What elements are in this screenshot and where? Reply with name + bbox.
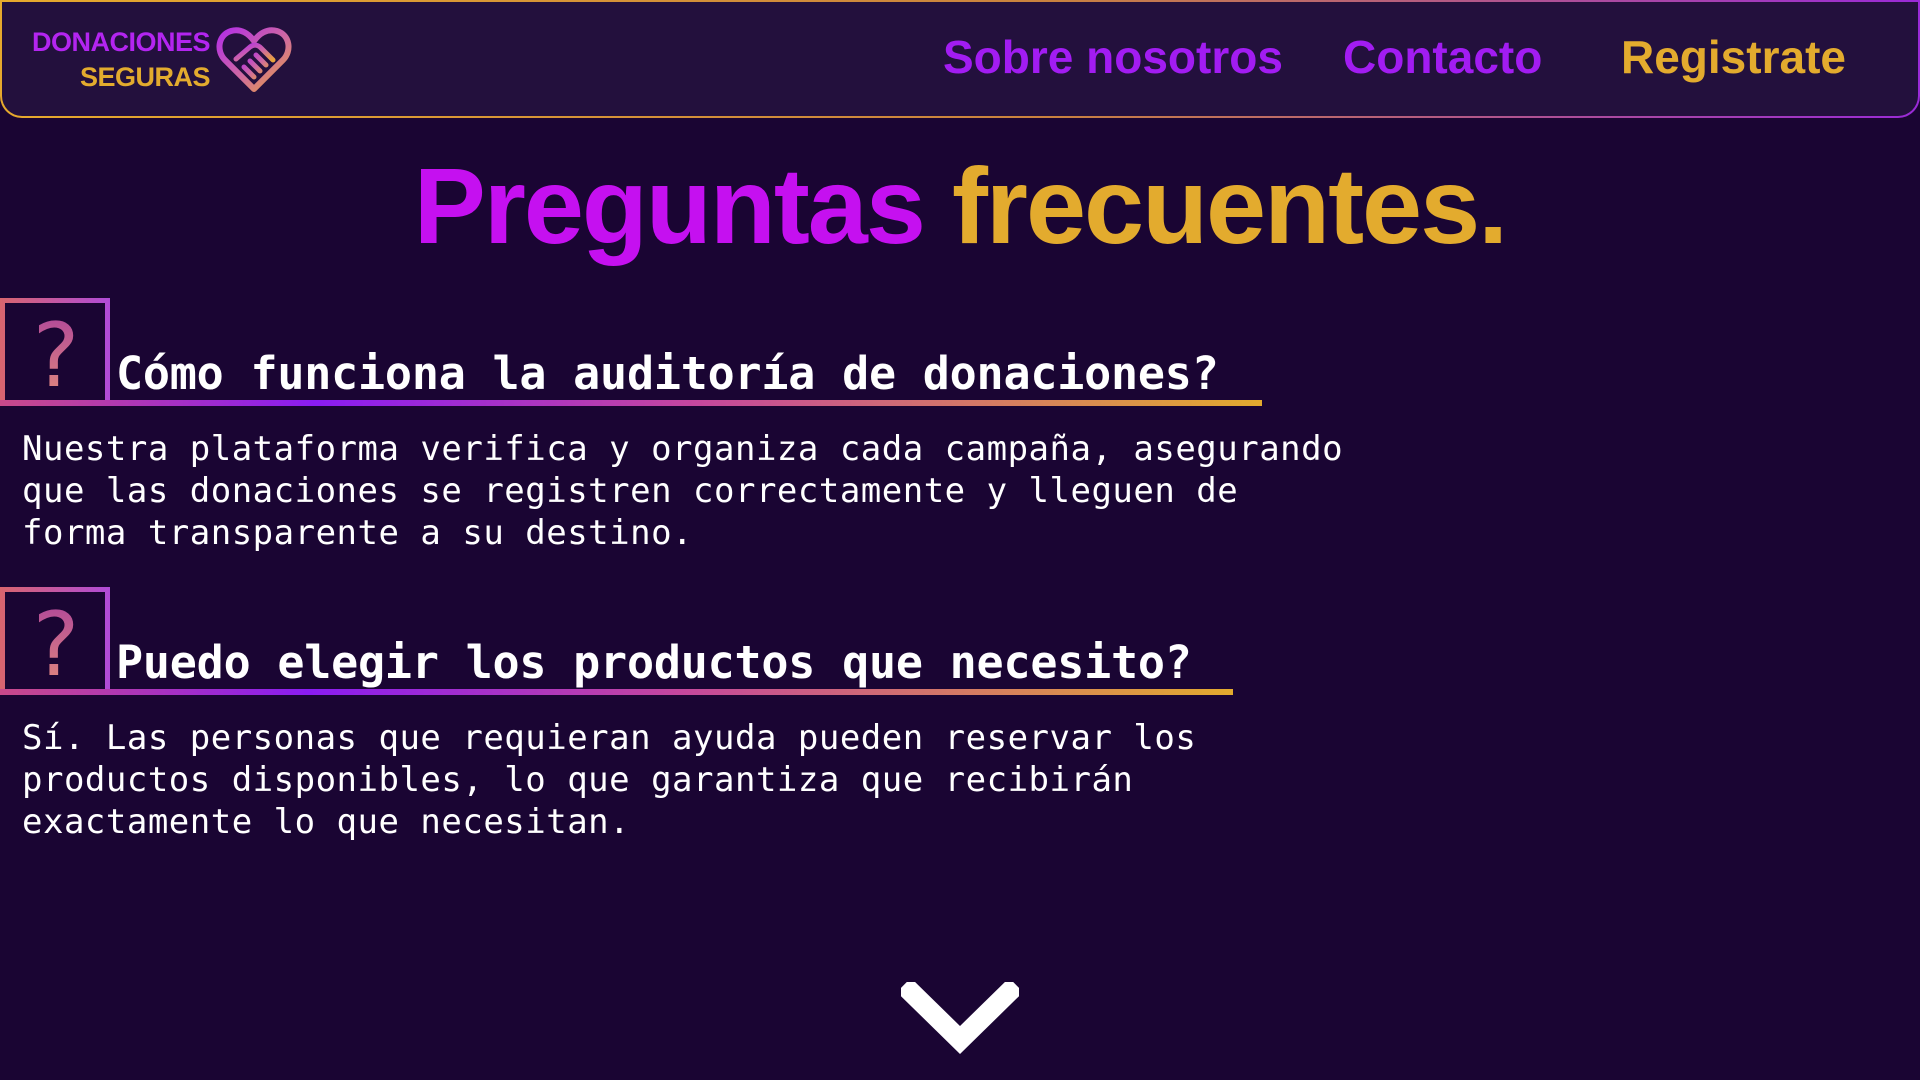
faq-question: Puedo elegir los productos que necesito? — [116, 636, 1192, 689]
faq-answer-line: Nuestra plataforma verifica y organiza c… — [22, 429, 1344, 469]
question-underline — [0, 689, 1233, 695]
logo-text: DONACIONES SEGURAS — [32, 25, 211, 95]
logo-line-donaciones: DONACIONES — [32, 27, 211, 57]
question-mark-icon: ? — [28, 304, 82, 407]
logo[interactable]: DONACIONES SEGURAS — [32, 22, 292, 98]
faq-answer: Nuestra plataforma verifica y organiza c… — [22, 428, 1344, 554]
nav-link-contacto[interactable]: Contacto — [1343, 29, 1542, 85]
nav-link-sobre-nosotros[interactable]: Sobre nosotros — [943, 29, 1283, 85]
faq-answer: Sí. Las personas que requieran ayuda pue… — [22, 717, 1312, 843]
logo-line-seguras: SEGURAS — [79, 62, 211, 92]
faq-answer-line: forma transparente a su destino. — [22, 513, 694, 553]
faq-answer-line: exactamente lo que necesitan. — [22, 802, 631, 842]
question-mark-box: ? — [0, 587, 110, 695]
faq-answer-line: que las donaciones se registren correcta… — [22, 471, 1239, 511]
page-title-part-preguntas: Preguntas — [413, 145, 926, 266]
heart-handshake-icon — [216, 27, 292, 92]
nav-link-registrate[interactable]: Registrate — [1621, 29, 1846, 85]
question-mark-icon: ? — [28, 593, 82, 696]
page-title: Preguntas frecuentes. — [0, 146, 1920, 266]
question-mark-box: ? — [0, 298, 110, 406]
page-title-part-frecuentes: frecuentes. — [951, 145, 1508, 266]
chevron-down-icon[interactable] — [901, 982, 1019, 1056]
site-header: DONACIONES SEGURAS Sobre nosotros Contac… — [0, 0, 1920, 118]
question-underline — [0, 400, 1262, 406]
header-bar: DONACIONES SEGURAS Sobre nosotros Contac… — [2, 2, 1918, 116]
faq-question: Cómo funciona la auditoría de donaciones… — [116, 347, 1219, 400]
faq-answer-line: Sí. Las personas que requieran ayuda pue… — [22, 718, 1197, 758]
faq-answer-line: productos disponibles, lo que garantiza … — [22, 760, 1134, 800]
